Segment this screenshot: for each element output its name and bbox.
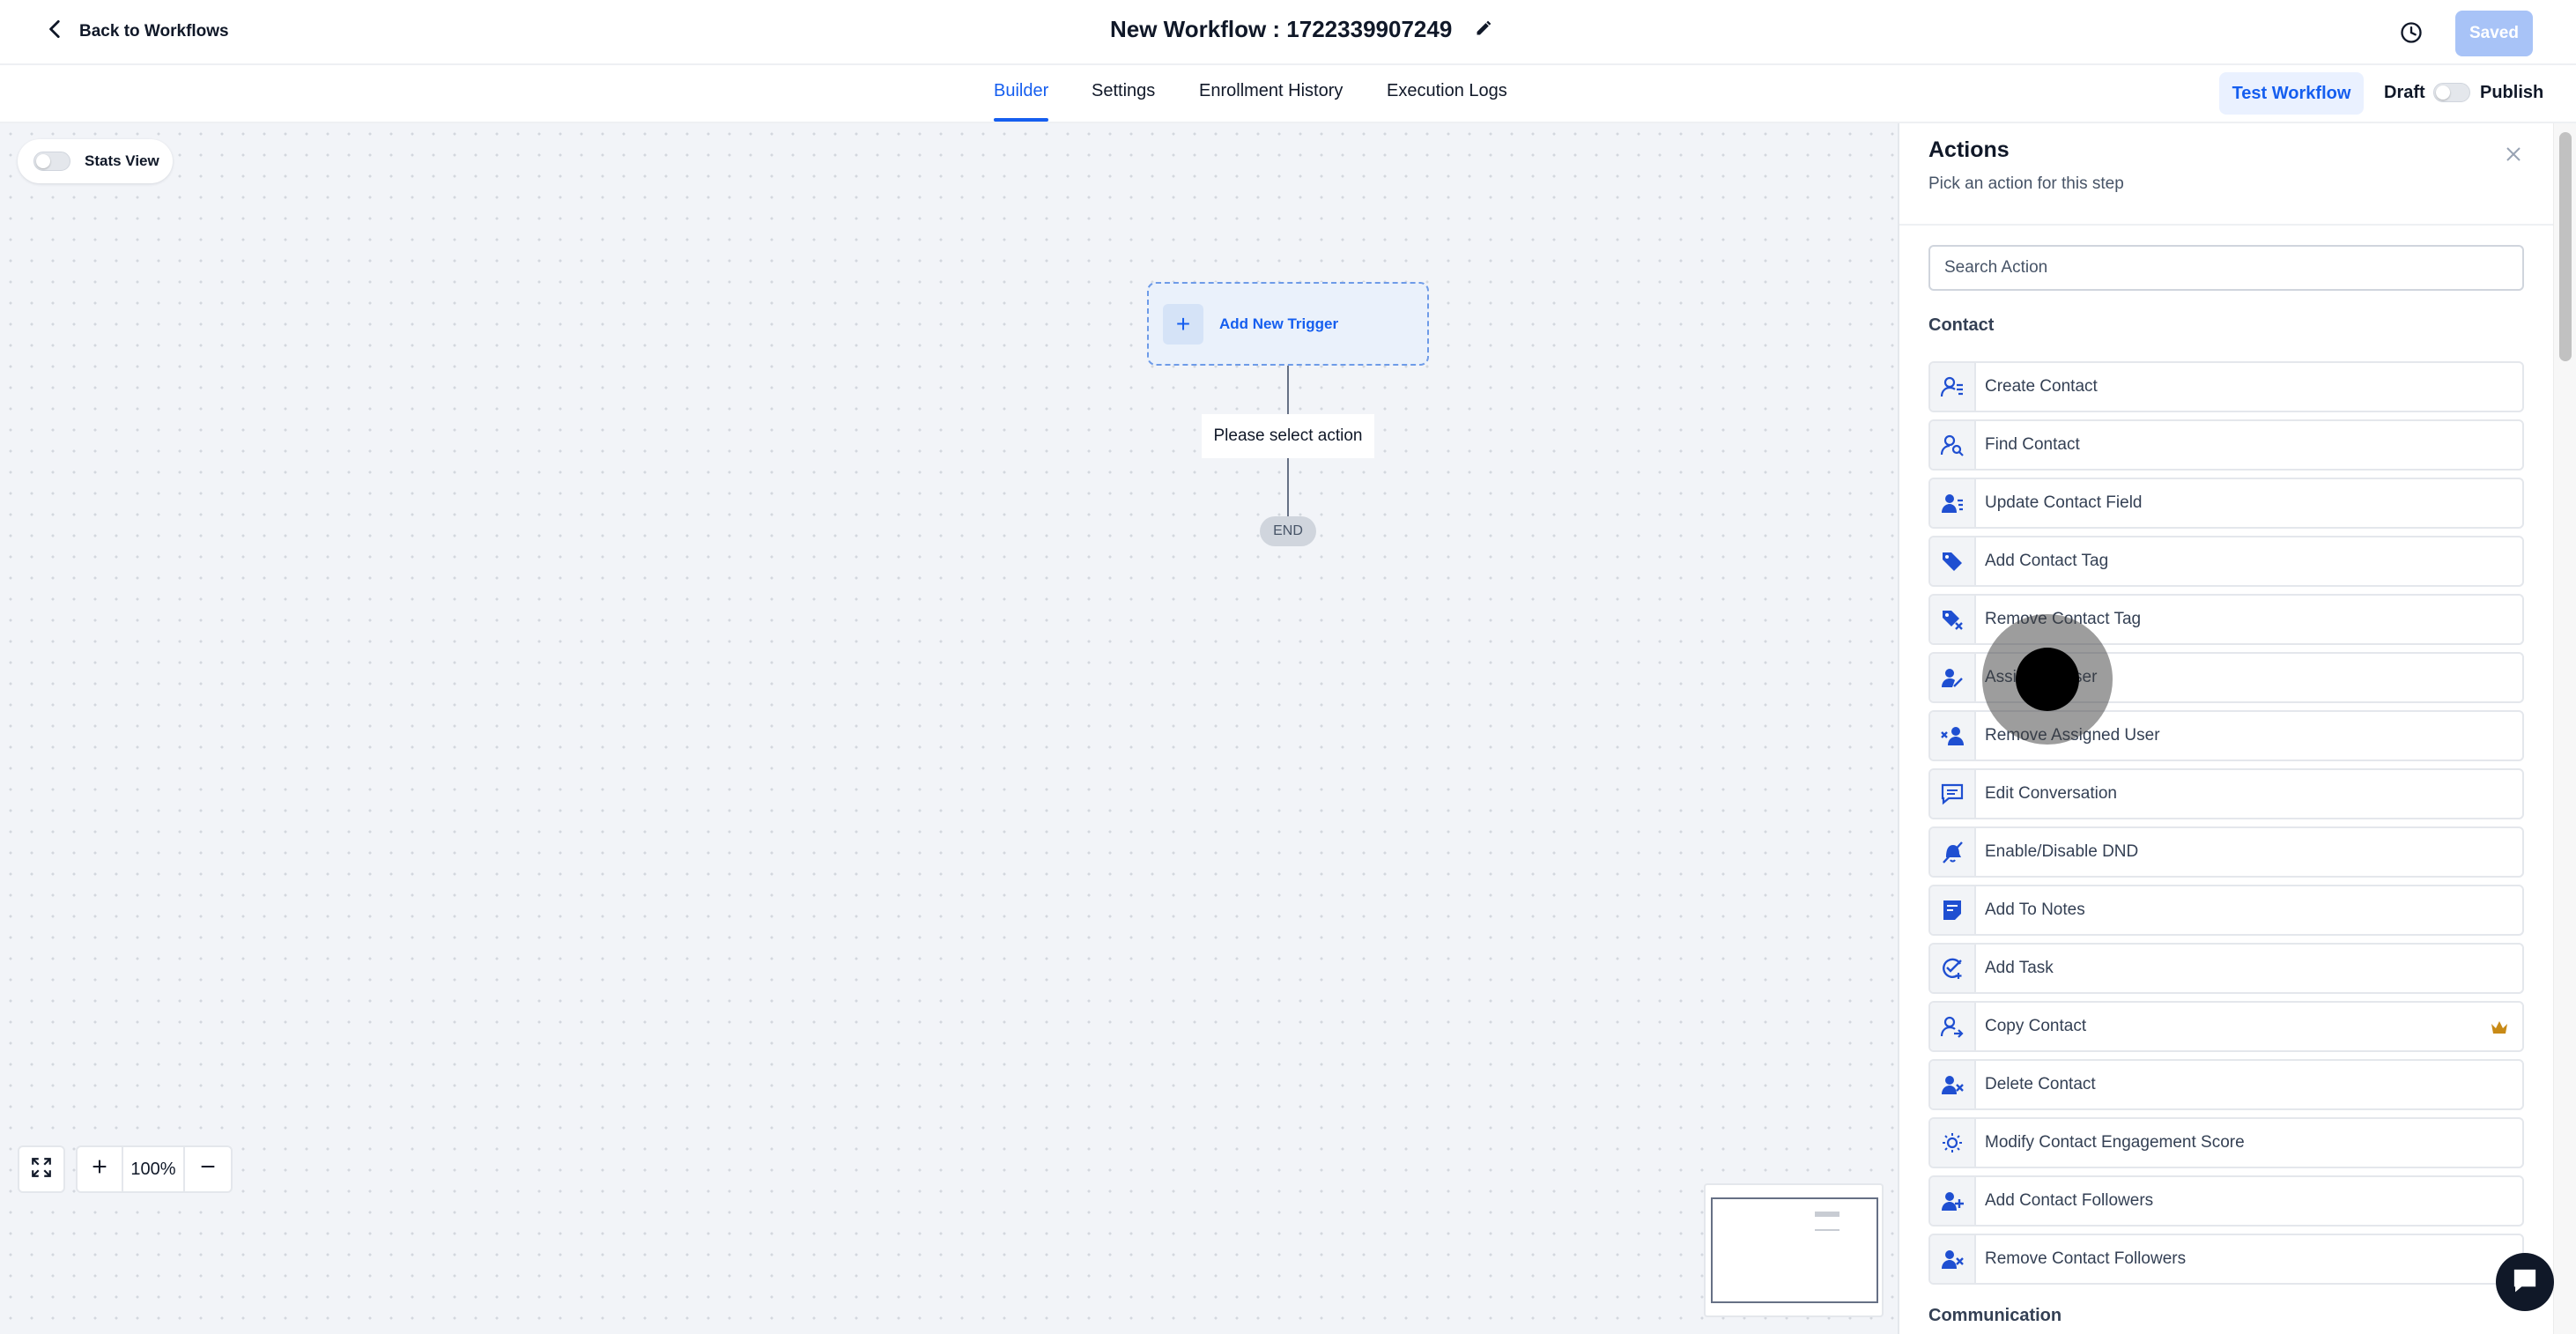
dnd-bell-icon — [1930, 828, 1976, 876]
action-add-to-notes[interactable]: Add To Notes — [1928, 885, 2524, 936]
edit-pencil-icon[interactable] — [1475, 16, 1492, 43]
action-modify-engagement-score[interactable]: Modify Contact Engagement Score — [1928, 1117, 2524, 1168]
minus-icon — [198, 1157, 218, 1182]
update-contact-field-icon — [1930, 479, 1976, 527]
remove-user-icon — [1930, 712, 1976, 760]
actions-panel-scrollbar[interactable] — [2553, 123, 2576, 1334]
action-create-contact[interactable]: Create Contact — [1928, 361, 2524, 412]
test-workflow-button[interactable]: Test Workflow — [2219, 72, 2364, 115]
close-icon[interactable] — [2498, 139, 2528, 169]
action-label: Add Task — [1985, 959, 2054, 977]
saved-button[interactable]: Saved — [2455, 11, 2533, 56]
copy-contact-icon — [1930, 1003, 1976, 1050]
top-header: Back to Workflows New Workflow : 1722339… — [0, 0, 2576, 65]
zoom-out-button[interactable] — [185, 1147, 231, 1191]
connector-line — [1287, 366, 1289, 414]
tab-settings[interactable]: Settings — [1092, 81, 1155, 122]
remove-followers-icon — [1930, 1235, 1976, 1283]
plus-icon: + — [1163, 303, 1203, 345]
history-icon[interactable] — [2396, 18, 2426, 48]
fit-view-button[interactable] — [18, 1145, 65, 1193]
section-heading-communication: Communication — [1928, 1306, 2062, 1325]
action-add-task[interactable]: Add Task — [1928, 943, 2524, 994]
tag-icon — [1930, 537, 1976, 585]
action-remove-contact-followers[interactable]: Remove Contact Followers — [1928, 1234, 2524, 1285]
engagement-score-icon — [1930, 1119, 1976, 1167]
add-new-trigger-label: Add New Trigger — [1219, 315, 1339, 332]
find-contact-icon — [1930, 421, 1976, 469]
publish-toggle[interactable] — [2433, 83, 2470, 102]
action-label: Add Contact Tag — [1985, 552, 2109, 570]
workflow-canvas[interactable]: Stats View + Add New Trigger Please sele… — [0, 123, 1898, 1334]
workflow-title-text: New Workflow : 1722339907249 — [1110, 16, 1453, 42]
chat-bubble-icon — [2510, 1265, 2540, 1300]
panel-subtitle: Pick an action for this step — [1928, 174, 2124, 193]
scrollbar-thumb[interactable] — [2559, 132, 2572, 361]
tab-builder[interactable]: Builder — [994, 81, 1049, 122]
zoom-controls: 100% — [76, 1145, 233, 1193]
minimap-viewport[interactable] — [1711, 1197, 1878, 1303]
minimap-node — [1815, 1229, 1839, 1231]
panel-title: Actions — [1928, 137, 2010, 162]
remove-tag-icon — [1930, 596, 1976, 643]
minimap[interactable] — [1704, 1183, 1884, 1317]
action-label: Enable/Disable DND — [1985, 842, 2139, 861]
back-to-workflows-link[interactable]: Back to Workflows — [44, 18, 229, 46]
assign-user-icon — [1930, 654, 1976, 701]
section-heading-contact: Contact — [1928, 315, 1995, 335]
actions-panel: Actions Pick an action for this step Con… — [1898, 123, 2553, 1334]
action-add-contact-followers[interactable]: Add Contact Followers — [1928, 1175, 2524, 1227]
select-action-node[interactable]: Please select action — [1202, 414, 1374, 458]
add-followers-icon — [1930, 1177, 1976, 1225]
action-edit-conversation[interactable]: Edit Conversation — [1928, 768, 2524, 819]
minimap-node — [1815, 1212, 1839, 1217]
action-label: Find Contact — [1985, 435, 2080, 454]
action-label: Copy Contact — [1985, 1017, 2087, 1035]
workflow-title: New Workflow : 1722339907249 — [1110, 16, 1492, 43]
tab-enrollment-history[interactable]: Enrollment History — [1199, 81, 1343, 122]
action-label: Remove Contact Followers — [1985, 1249, 2187, 1268]
action-find-contact[interactable]: Find Contact — [1928, 419, 2524, 471]
stats-view-toggle[interactable] — [33, 152, 70, 171]
add-new-trigger-card[interactable]: + Add New Trigger — [1147, 282, 1429, 366]
zoom-in-button[interactable] — [78, 1147, 123, 1191]
back-label: Back to Workflows — [79, 22, 229, 41]
create-contact-icon — [1930, 363, 1976, 411]
stats-view-toggle-group: Stats View — [18, 139, 173, 183]
action-update-contact-field[interactable]: Update Contact Field — [1928, 478, 2524, 529]
action-add-contact-tag[interactable]: Add Contact Tag — [1928, 536, 2524, 587]
actions-panel-header: Actions Pick an action for this step — [1899, 123, 2553, 226]
delete-contact-icon — [1930, 1061, 1976, 1108]
zoom-level: 100% — [123, 1147, 185, 1191]
notes-icon — [1930, 886, 1976, 934]
action-label: Update Contact Field — [1985, 493, 2143, 512]
cursor-indicator — [1982, 614, 2113, 745]
action-label: Delete Contact — [1985, 1075, 2096, 1093]
tab-execution-logs[interactable]: Execution Logs — [1387, 81, 1507, 122]
chat-widget-button[interactable] — [2496, 1253, 2554, 1311]
action-copy-contact[interactable]: Copy Contact — [1928, 1001, 2524, 1052]
action-label: Add Contact Followers — [1985, 1191, 2154, 1210]
action-label: Edit Conversation — [1985, 784, 2117, 803]
stats-view-label: Stats View — [85, 152, 159, 169]
action-label: Create Contact — [1985, 377, 2098, 396]
draft-label: Draft — [2384, 83, 2425, 102]
action-enable-disable-dnd[interactable]: Enable/Disable DND — [1928, 826, 2524, 878]
publish-label: Publish — [2480, 83, 2544, 102]
chevron-left-icon — [44, 18, 67, 46]
end-node: END — [1260, 516, 1316, 546]
action-delete-contact[interactable]: Delete Contact — [1928, 1059, 2524, 1110]
action-label: Add To Notes — [1985, 900, 2085, 919]
connector-line — [1287, 458, 1289, 516]
expand-icon — [30, 1156, 53, 1183]
search-action-input[interactable] — [1928, 245, 2524, 291]
crown-icon — [2489, 1017, 2510, 1042]
plus-icon — [90, 1157, 109, 1182]
task-check-icon — [1930, 945, 1976, 992]
conversation-icon — [1930, 770, 1976, 818]
sub-navigation: Builder Settings Enrollment History Exec… — [0, 65, 2576, 123]
action-label: Modify Contact Engagement Score — [1985, 1133, 2245, 1152]
